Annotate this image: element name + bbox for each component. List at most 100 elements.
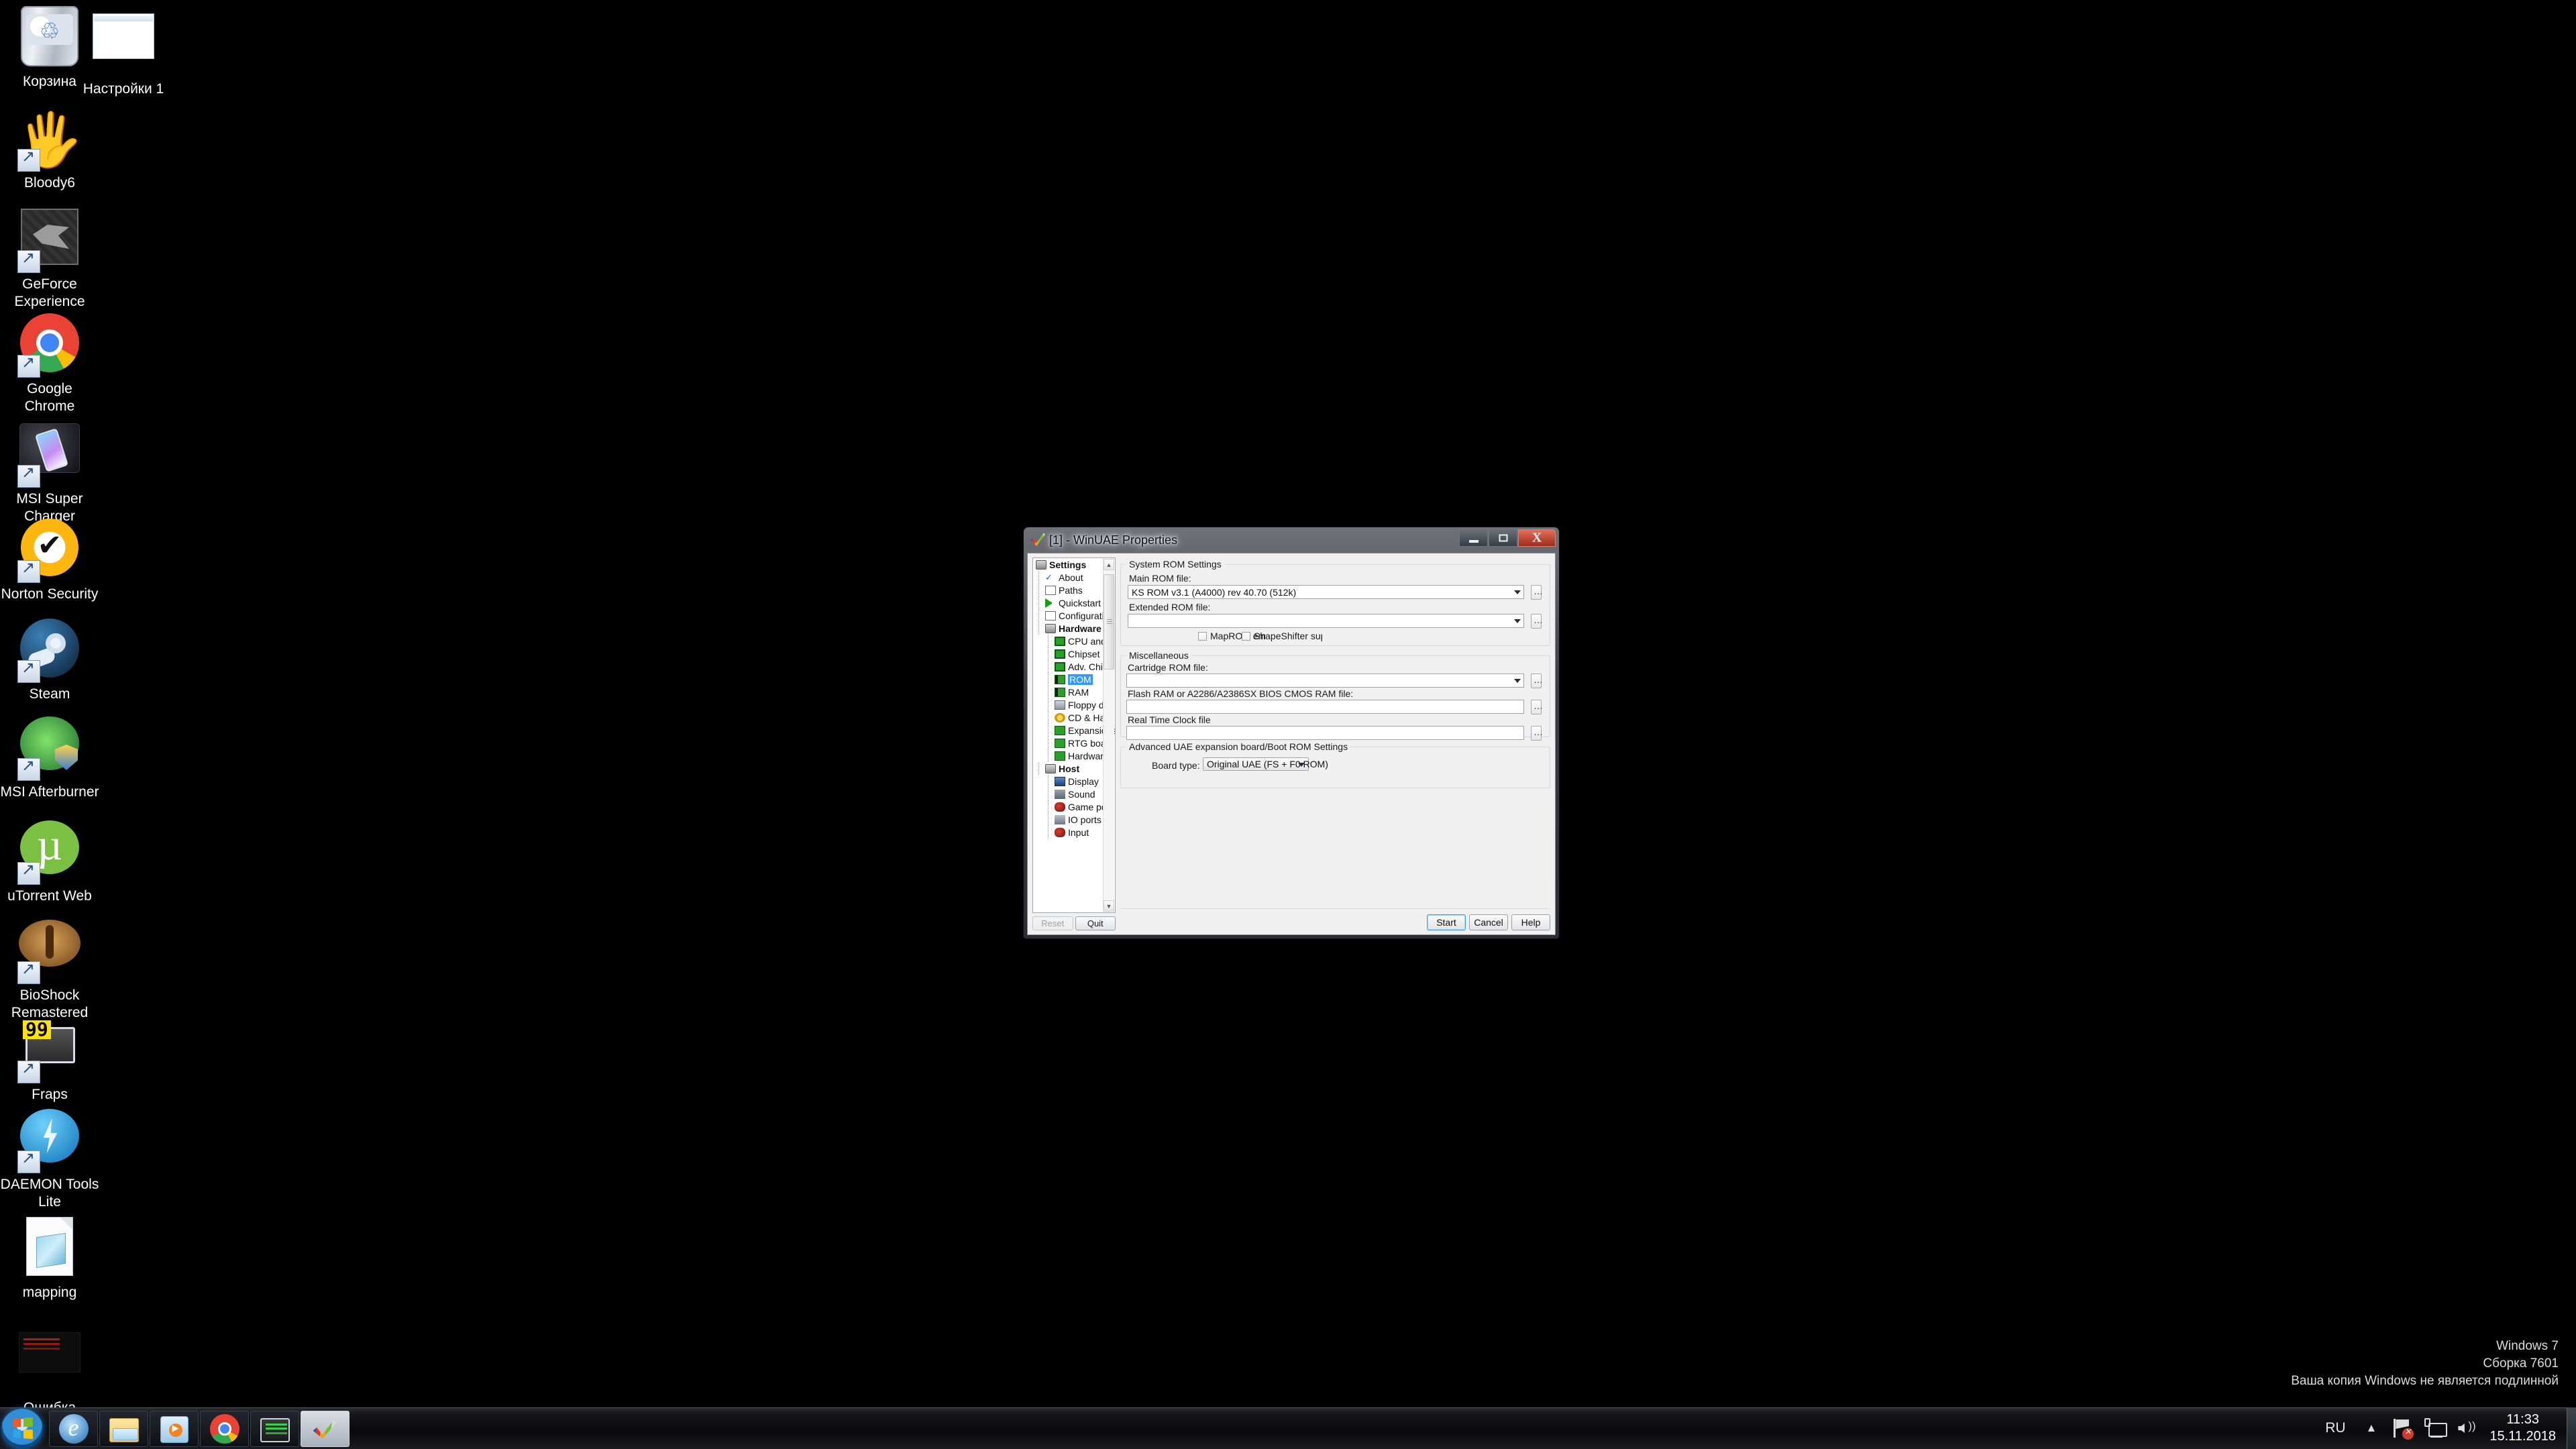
shortcut-arrow-icon	[17, 248, 40, 273]
desktop-icon-daemon-tools-lite[interactable]: DAEMON Tools Lite	[0, 1104, 99, 1211]
main-rom-browse-button[interactable]	[1531, 585, 1543, 600]
minimize-button[interactable]	[1459, 529, 1488, 547]
help-button[interactable]: Help	[1511, 914, 1550, 930]
desktop-icon-mapping[interactable]: mapping	[0, 1214, 99, 1301]
board-type-dropdown[interactable]: Original UAE (FS + F0 ROM)	[1203, 757, 1328, 771]
show-hidden-icons-button[interactable]: ▲	[2357, 1421, 2387, 1435]
show-desktop-button[interactable]	[2567, 1407, 2576, 1449]
desktop-icon-settings-1[interactable]: Настройки 1	[74, 4, 173, 98]
rom-icon	[1055, 674, 1065, 684]
taskbar-winuae[interactable]	[301, 1410, 350, 1447]
flash-ram-file-input[interactable]	[1126, 700, 1524, 714]
quit-button[interactable]: Quit	[1075, 916, 1116, 930]
desktop-icon-google-chrome[interactable]: Google Chrome	[0, 311, 99, 415]
tree-item-label: Display	[1068, 775, 1099, 787]
tree-item-label: Host	[1059, 763, 1080, 774]
gamepad-icon	[1055, 802, 1065, 812]
settings-tree[interactable]: Settings ✓ About Paths Quickstart Configurati…	[1032, 557, 1116, 913]
start-button[interactable]: Start	[1427, 914, 1466, 930]
window-titlebar[interactable]: [1] - WinUAE Properties X	[1024, 527, 1559, 553]
scroll-up-arrow[interactable]: ▲	[1104, 559, 1114, 570]
button-row-separator	[1120, 908, 1550, 909]
winuae-properties-window[interactable]: [1] - WinUAE Properties X Settings ✓ About…	[1023, 527, 1560, 939]
taskbar[interactable]: RU ▲ 11:33 15.11.2018	[0, 1407, 2576, 1449]
desktop-icon-bloody6[interactable]: 🖐 Bloody6	[0, 107, 99, 192]
tree-connector	[1038, 584, 1039, 596]
tree-action-buttons: Reset Quit	[1032, 916, 1116, 930]
cartridge-rom-browse-button[interactable]	[1531, 674, 1543, 688]
tree-connector	[1048, 673, 1049, 686]
start-button[interactable]	[1, 1408, 43, 1449]
tree-item-label: RAM	[1068, 686, 1089, 698]
cancel-button[interactable]: Cancel	[1469, 914, 1508, 930]
tree-scrollbar[interactable]: ▲ ▼	[1103, 559, 1114, 912]
reset-button[interactable]: Reset	[1032, 916, 1073, 930]
desktop-icon-label: Google Chrome	[24, 381, 75, 414]
check-icon: ✓	[1045, 572, 1053, 582]
desktop[interactable]: КорзинаНастройки 1🖐Bloody6GeForce Experi…	[0, 0, 2576, 1449]
watermark-line-2: Сборка 7601	[2483, 1356, 2559, 1371]
scroll-thumb[interactable]	[1104, 574, 1114, 669]
language-indicator[interactable]: RU	[2314, 1420, 2356, 1436]
tree-connector	[1048, 635, 1049, 647]
mapping-icon	[17, 1217, 82, 1281]
window-title: [1] - WinUAE Properties	[1049, 533, 1178, 547]
tree-item-label: Sound	[1068, 788, 1095, 800]
mon-icon	[260, 1417, 290, 1442]
cartridge-rom-file-combo[interactable]	[1126, 674, 1524, 688]
taskbar-internet-explorer[interactable]	[49, 1410, 98, 1447]
board-type-label: Board type:	[1152, 760, 1200, 771]
uae-icon	[311, 1416, 340, 1443]
desktop-icon-oshibka[interactable]: Ошибка	[0, 1320, 99, 1417]
shortcut-arrow-icon	[17, 463, 40, 488]
maximize-button[interactable]	[1489, 529, 1517, 547]
tree-item-label: Chipset	[1068, 648, 1100, 659]
stack-icon	[1045, 623, 1056, 633]
taskbar-windows-media-player[interactable]	[150, 1410, 199, 1447]
fraps-icon	[17, 1019, 82, 1083]
desktop-icon-fraps[interactable]: Fraps	[0, 1012, 99, 1104]
flash-ram-browse-button[interactable]	[1531, 700, 1543, 714]
taskbar-system-monitor[interactable]	[250, 1410, 299, 1447]
clock[interactable]: 11:33 15.11.2018	[2483, 1411, 2567, 1445]
cpu-icon	[1055, 661, 1065, 672]
close-button[interactable]: X	[1518, 529, 1556, 547]
shapeshifter-support-checkbox[interactable]: ShapeShifter suppc	[1242, 631, 1322, 641]
desktop-icon-geforce-experience[interactable]: GeForce Experience	[0, 205, 99, 311]
clock-time: 11:33	[2506, 1412, 2539, 1427]
network-icon[interactable]	[2423, 1417, 2448, 1440]
rtc-browse-button[interactable]	[1531, 726, 1543, 741]
taskbar-windows-explorer[interactable]	[99, 1410, 148, 1447]
taskbar-buttons	[48, 1410, 350, 1447]
ie-icon	[58, 1413, 89, 1444]
tree-connector	[1048, 775, 1049, 788]
desktop-icon-label: Bloody6	[24, 175, 75, 191]
desktop-icon-utorrent-web[interactable]: uTorrent Web	[0, 815, 99, 905]
desktop-icon-bioshock-remastered[interactable]: BioShock Remastered	[0, 911, 99, 1022]
recycle-bin-icon	[17, 6, 82, 70]
checkbox-box	[1198, 631, 1207, 641]
extended-rom-file-combo[interactable]	[1128, 614, 1524, 628]
action-center-flag-icon[interactable]	[2391, 1417, 2414, 1440]
board-icon	[1055, 725, 1065, 735]
taskbar-google-chrome[interactable]	[200, 1410, 249, 1447]
tree-item-label: ROM	[1068, 674, 1093, 685]
norton-security-icon	[17, 519, 82, 583]
winuae-app-icon	[1030, 533, 1045, 546]
main-rom-file-combo[interactable]: KS ROM v3.1 (A4000) rev 40.70 (512k)	[1128, 585, 1524, 599]
desktop-icon-steam[interactable]: Steam	[0, 616, 99, 703]
shortcut-arrow-icon	[17, 658, 40, 683]
tree-item-label: Hardware	[1059, 623, 1102, 634]
desktop-icon-norton-security[interactable]: Norton Security	[0, 515, 99, 603]
scroll-down-arrow[interactable]: ▼	[1104, 900, 1114, 912]
cpu-icon	[1055, 649, 1065, 659]
tree-item-label: Settings	[1049, 559, 1087, 570]
tree-connector	[1048, 660, 1049, 673]
window-client-area: Settings ✓ About Paths Quickstart Configurati…	[1027, 553, 1556, 935]
cd-icon	[1055, 712, 1065, 722]
volume-icon[interactable]	[2455, 1417, 2478, 1440]
desktop-icon-msi-afterburner[interactable]: MSI Afterburner	[0, 711, 99, 801]
desktop-icon-msi-super-charger[interactable]: MSI Super Charger	[0, 416, 99, 525]
rtc-file-input[interactable]	[1126, 726, 1524, 740]
extended-rom-browse-button[interactable]	[1531, 614, 1543, 629]
